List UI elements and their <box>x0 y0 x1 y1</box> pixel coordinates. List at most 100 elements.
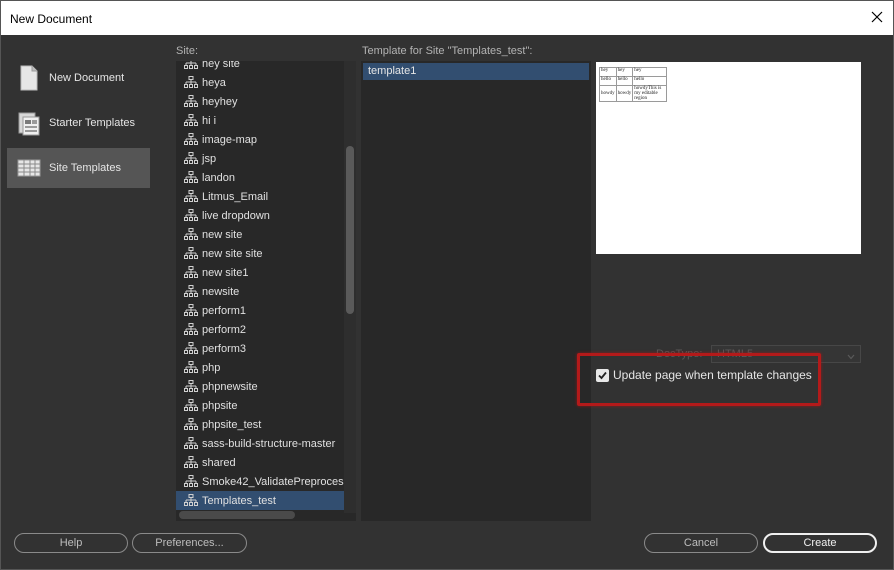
site-list-item[interactable]: heya <box>176 73 344 92</box>
site-list-item[interactable]: perform1 <box>176 301 344 320</box>
preferences-button[interactable]: Preferences... <box>132 533 247 553</box>
site-tree-icon <box>184 133 198 145</box>
site-list-item[interactable]: phpsite <box>176 396 344 415</box>
site-list-item[interactable]: Smoke42_ValidatePreprocessors <box>176 472 344 491</box>
site-tree-icon <box>184 342 198 354</box>
template-preview: hey hey hey hello hello hello howdy howd… <box>596 62 861 254</box>
site-name: sass-build-structure-master <box>202 437 336 450</box>
site-name: heya <box>202 76 226 89</box>
site-name: phpnewsite <box>202 380 258 393</box>
preview-cell: hey <box>632 67 668 77</box>
site-list-item[interactable]: live dropdown <box>176 206 344 225</box>
preview-cell: howdy <box>615 85 634 102</box>
site-list-item[interactable]: Templates_test <box>176 491 344 510</box>
preview-cell: howdy <box>599 85 617 102</box>
site-list-item[interactable]: hey site <box>176 61 344 73</box>
site-name: jsp <box>202 152 217 165</box>
site-name: heyhey <box>202 95 238 108</box>
nav-label: Starter Templates <box>49 117 136 129</box>
site-name: new site1 <box>202 266 249 279</box>
help-button[interactable]: Help <box>14 533 128 553</box>
site-list-hscroll-thumb[interactable] <box>179 511 295 519</box>
nav-item-site-templates[interactable]: Site Templates <box>7 148 150 188</box>
site-list-item[interactable]: hi i <box>176 111 344 130</box>
site-list-item[interactable]: php <box>176 358 344 377</box>
site-tree-icon <box>184 247 198 259</box>
create-button[interactable]: Create <box>763 533 877 553</box>
site-tree-icon <box>184 228 198 240</box>
site-name: new site site <box>202 247 263 260</box>
update-page-checkbox[interactable] <box>596 368 609 382</box>
site-name: live dropdown <box>202 209 270 222</box>
preview-cell: hey <box>615 67 634 77</box>
template-list-label: Template for Site "Templates_test": <box>362 45 533 57</box>
site-name: perform3 <box>202 342 247 355</box>
site-list-item[interactable]: shared <box>176 453 344 472</box>
chevron-down-icon <box>847 350 855 360</box>
site-tree-icon <box>184 399 198 411</box>
preview-cell: hello <box>615 76 634 86</box>
preview-cell: hello <box>632 76 668 86</box>
site-tree-icon <box>184 152 198 164</box>
update-page-label: Update page when template changes <box>613 368 812 382</box>
site-list-item[interactable]: Litmus_Email <box>176 187 344 206</box>
site-tree-icon <box>184 418 198 430</box>
title-bar: New Document <box>1 1 893 35</box>
site-name: shared <box>202 456 236 469</box>
site-list-item[interactable]: phpnewsite <box>176 377 344 396</box>
site-name: Litmus_Email <box>202 190 269 203</box>
template-item[interactable]: template1 <box>363 63 589 80</box>
site-tree-icon <box>184 475 198 487</box>
site-list-scroll-thumb[interactable] <box>346 146 354 314</box>
preview-table: hey hey hey hello hello hello howdy howd… <box>599 67 668 102</box>
site-name: perform2 <box>202 323 247 336</box>
site-tree-icon <box>184 304 198 316</box>
site-name: php <box>202 361 221 374</box>
site-tree-icon <box>184 285 198 297</box>
site-tree-icon <box>184 95 198 107</box>
site-list-item[interactable]: newsite <box>176 282 344 301</box>
nav-label: Site Templates <box>49 162 121 174</box>
site-list-item[interactable]: new site1 <box>176 263 344 282</box>
site-name: hey site <box>202 61 240 70</box>
category-nav: New Document Starter Templates Site Temp… <box>7 58 150 193</box>
site-list-item[interactable]: landon <box>176 168 344 187</box>
site-name: phpsite <box>202 399 238 412</box>
starter-templates-icon <box>17 109 41 137</box>
site-list-item[interactable]: new site site <box>176 244 344 263</box>
site-name: hi i <box>202 114 217 127</box>
preview-cell: howdyThis is my editable region <box>632 85 668 102</box>
site-label: Site: <box>176 45 199 57</box>
site-list-item[interactable]: image-map <box>176 130 344 149</box>
nav-item-starter-templates[interactable]: Starter Templates <box>7 103 150 143</box>
nav-item-new-document[interactable]: New Document <box>7 58 150 98</box>
site-list: hey site heya heyhey hi i image-map jsp landon… <box>176 61 356 521</box>
site-tree-icon <box>184 61 198 69</box>
site-list-item[interactable]: sass-build-structure-master <box>176 434 344 453</box>
document-icon <box>17 64 41 92</box>
nav-label: New Document <box>49 72 125 84</box>
preview-cell: hello <box>599 76 617 86</box>
close-icon[interactable] <box>869 9 885 25</box>
template-list: template1 <box>361 61 591 521</box>
cancel-button[interactable]: Cancel <box>644 533 758 553</box>
checkmark-icon <box>598 371 607 379</box>
site-name: image-map <box>202 133 258 146</box>
update-page-option[interactable]: Update page when template changes <box>596 368 812 382</box>
site-list-item[interactable]: heyhey <box>176 92 344 111</box>
site-tree-icon <box>184 76 198 88</box>
site-name: newsite <box>202 285 240 298</box>
site-list-item[interactable]: phpsite_test <box>176 415 344 434</box>
site-list-item[interactable]: jsp <box>176 149 344 168</box>
site-list-item[interactable]: perform3 <box>176 339 344 358</box>
site-name: landon <box>202 171 236 184</box>
site-list-item[interactable]: perform2 <box>176 320 344 339</box>
site-tree-icon <box>184 437 198 449</box>
site-name: perform1 <box>202 304 247 317</box>
dialog-title: New Document <box>10 12 93 26</box>
site-tree-icon <box>184 209 198 221</box>
site-templates-icon <box>17 154 41 182</box>
site-list-item[interactable]: new site <box>176 225 344 244</box>
site-tree-icon <box>184 456 198 468</box>
site-tree-icon <box>184 361 198 373</box>
